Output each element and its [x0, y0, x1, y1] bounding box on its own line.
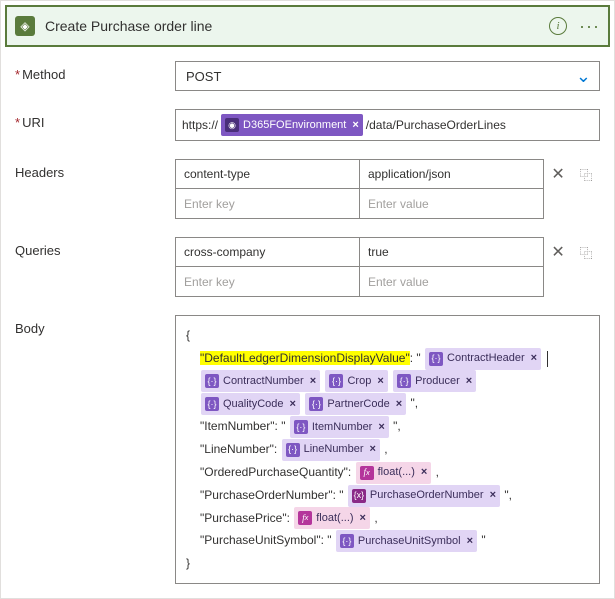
info-icon[interactable]: i — [549, 17, 567, 35]
token-float-price[interactable]: fxfloat(...)× — [294, 507, 370, 529]
token-producer[interactable]: {·}Producer× — [393, 370, 476, 392]
queries-label: Queries — [15, 237, 175, 297]
uri-env-token[interactable]: ◉ D365FOEnvironment × — [221, 114, 363, 136]
token-po-number[interactable]: {x}PurchaseOrderNumber× — [348, 485, 500, 507]
copy-query-icon[interactable]: ⿻ — [580, 243, 593, 262]
token-icon: ◉ — [225, 118, 239, 132]
token-contract-number[interactable]: {·}ContractNumber× — [201, 370, 320, 392]
highlighted-key: "DefaultLedgerDimensionDisplayValue" — [200, 351, 410, 365]
uri-suffix: /data/PurchaseOrderLines — [366, 118, 506, 132]
header-key-placeholder[interactable]: Enter key — [175, 189, 360, 219]
delete-query-icon[interactable]: ✕ — [551, 242, 564, 262]
body-input[interactable]: { "DefaultLedgerDimensionDisplayValue": … — [175, 315, 600, 584]
header-value-placeholder[interactable]: Enter value — [360, 189, 544, 219]
header-value-input[interactable]: application/json — [360, 159, 544, 189]
token-line-number[interactable]: {·}LineNumber× — [282, 439, 380, 461]
action-card: ◈ Create Purchase order line i ··· *Meth… — [0, 0, 615, 599]
card-title: Create Purchase order line — [45, 18, 549, 34]
query-key-placeholder[interactable]: Enter key — [175, 267, 360, 297]
body-label: Body — [15, 315, 175, 584]
query-value-placeholder[interactable]: Enter value — [360, 267, 544, 297]
uri-input[interactable]: https:// ◉ D365FOEnvironment × /data/Pur… — [175, 109, 600, 141]
card-header[interactable]: ◈ Create Purchase order line i ··· — [5, 5, 610, 47]
method-label: *Method — [15, 61, 175, 91]
method-value: POST — [186, 69, 221, 84]
delete-header-icon[interactable]: ✕ — [551, 164, 564, 184]
headers-label: Headers — [15, 159, 175, 219]
token-float-qty[interactable]: fxfloat(...)× — [356, 462, 432, 484]
uri-label: *URI — [15, 109, 175, 141]
token-item-number[interactable]: {·}ItemNumber× — [290, 416, 389, 438]
token-contract-header[interactable]: {·}ContractHeader× — [425, 348, 541, 370]
connector-icon: ◈ — [15, 16, 35, 36]
token-remove-icon[interactable]: × — [352, 119, 358, 131]
query-key-input[interactable]: cross-company — [175, 237, 360, 267]
json-open: { — [186, 324, 589, 347]
query-value-input[interactable]: true — [360, 237, 544, 267]
more-icon[interactable]: ··· — [579, 16, 600, 37]
token-partner-code[interactable]: {·}PartnerCode× — [305, 393, 406, 415]
chevron-down-icon: ⌄ — [576, 66, 591, 87]
header-key-input[interactable]: content-type — [175, 159, 360, 189]
method-select[interactable]: POST ⌄ — [175, 61, 600, 91]
json-close: } — [186, 552, 589, 575]
uri-prefix: https:// — [182, 118, 218, 132]
token-crop[interactable]: {·}Crop× — [325, 370, 387, 392]
token-unit-symbol[interactable]: {·}PurchaseUnitSymbol× — [336, 530, 477, 552]
text-cursor — [547, 351, 548, 367]
token-quality-code[interactable]: {·}QualityCode× — [201, 393, 300, 415]
copy-header-icon[interactable]: ⿻ — [580, 165, 593, 184]
